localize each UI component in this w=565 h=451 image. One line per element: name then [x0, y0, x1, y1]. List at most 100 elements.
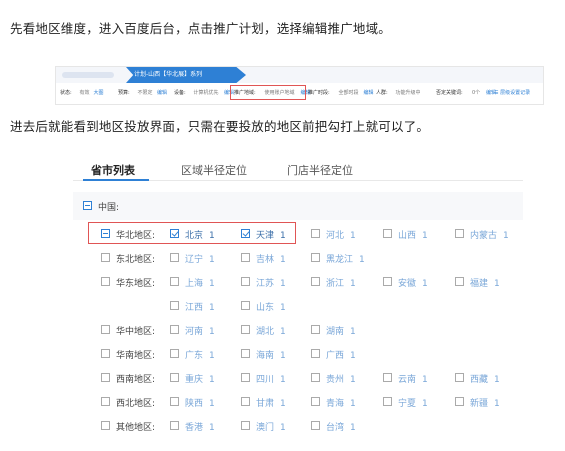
- province-checkbox[interactable]: [455, 277, 464, 286]
- province-checkbox[interactable]: [311, 421, 320, 430]
- province-item[interactable]: 甘肃 1: [256, 396, 286, 409]
- province-checkbox[interactable]: [383, 397, 392, 406]
- region-checkbox[interactable]: [101, 349, 110, 358]
- province-checkbox[interactable]: [455, 229, 464, 238]
- tab-province-list[interactable]: 省市列表: [91, 162, 135, 178]
- province-checkbox[interactable]: [455, 397, 464, 406]
- province-item[interactable]: 广西 1: [326, 348, 356, 361]
- intro-paragraph: 先看地区维度，进入百度后台，点击推广计划，选择编辑推广地域。: [10, 21, 392, 36]
- province-checkbox[interactable]: [170, 325, 179, 334]
- province-item[interactable]: 贵州 1: [326, 372, 356, 385]
- province-item[interactable]: 福建 1: [470, 276, 500, 289]
- province-count: 1: [350, 375, 356, 385]
- province-name: 江西: [185, 303, 204, 313]
- province-item[interactable]: 台湾 1: [326, 420, 356, 433]
- province-item[interactable]: 山东 1: [256, 300, 286, 313]
- region-checkbox[interactable]: [101, 373, 110, 382]
- province-item[interactable]: 江西 1: [185, 300, 215, 313]
- province-item[interactable]: 香港 1: [185, 420, 215, 433]
- province-count: 1: [280, 303, 286, 313]
- province-name: 贵州: [326, 375, 345, 385]
- province-checkbox[interactable]: [170, 253, 179, 262]
- setting-link-7[interactable]: ☰ 层级设置记录: [494, 89, 530, 96]
- province-name: 澳门: [256, 423, 275, 433]
- province-item[interactable]: 江苏 1: [256, 276, 286, 289]
- province-item[interactable]: 广东 1: [185, 348, 215, 361]
- province-count: 1: [350, 399, 356, 409]
- setting-link-1[interactable]: 编辑: [157, 89, 167, 96]
- province-item[interactable]: 河北 1: [326, 228, 356, 241]
- province-item[interactable]: 浙江 1: [326, 276, 356, 289]
- province-checkbox[interactable]: [455, 373, 464, 382]
- region-checkbox[interactable]: [101, 397, 110, 406]
- province-item[interactable]: 河南 1: [185, 324, 215, 337]
- province-checkbox[interactable]: [241, 253, 250, 262]
- province-item[interactable]: 安徽 1: [398, 276, 428, 289]
- province-checkbox[interactable]: [241, 277, 250, 286]
- province-checkbox[interactable]: [383, 277, 392, 286]
- setting-link-0[interactable]: 大图: [94, 89, 104, 96]
- region-label: 华北地区:: [116, 231, 156, 241]
- province-item[interactable]: 天津 1: [256, 228, 286, 241]
- province-item[interactable]: 西藏 1: [470, 372, 500, 385]
- province-checkbox[interactable]: [241, 349, 250, 358]
- province-item[interactable]: 青海 1: [326, 396, 356, 409]
- province-checkbox[interactable]: [383, 229, 392, 238]
- province-checkbox[interactable]: [241, 325, 250, 334]
- setting-label-4: 推广时段:: [308, 90, 330, 96]
- province-item[interactable]: 内蒙古 1: [470, 228, 509, 241]
- province-checkbox[interactable]: [170, 229, 179, 238]
- province-checkbox[interactable]: [311, 397, 320, 406]
- province-item[interactable]: 四川 1: [256, 372, 286, 385]
- province-checkbox[interactable]: [311, 253, 320, 262]
- province-item[interactable]: 山西 1: [398, 228, 428, 241]
- province-checkbox[interactable]: [241, 229, 250, 238]
- province-checkbox[interactable]: [170, 349, 179, 358]
- province-checkbox[interactable]: [170, 301, 179, 310]
- region-checkbox[interactable]: [101, 253, 110, 262]
- province-item[interactable]: 黑龙江 1: [326, 252, 365, 265]
- region-checkbox[interactable]: [101, 229, 110, 238]
- province-checkbox[interactable]: [311, 325, 320, 334]
- province-item[interactable]: 新疆 1: [470, 396, 500, 409]
- region-checkbox[interactable]: [101, 277, 110, 286]
- province-item[interactable]: 吉林 1: [256, 252, 286, 265]
- province-item[interactable]: 湖南 1: [326, 324, 356, 337]
- plan-tab[interactable]: 计划-山西【华北展】系列: [126, 67, 246, 83]
- tab-area-radius[interactable]: 区域半径定位: [181, 162, 247, 178]
- province-checkbox[interactable]: [241, 301, 250, 310]
- province-checkbox[interactable]: [170, 277, 179, 286]
- province-item[interactable]: 海南 1: [256, 348, 286, 361]
- province-checkbox[interactable]: [311, 277, 320, 286]
- province-checkbox[interactable]: [383, 373, 392, 382]
- province-checkbox[interactable]: [311, 373, 320, 382]
- province-item[interactable]: 宁夏 1: [398, 396, 428, 409]
- tab-store-radius[interactable]: 门店半径定位: [287, 162, 353, 178]
- region-checkbox[interactable]: [101, 421, 110, 430]
- province-name: 云南: [398, 375, 417, 385]
- province-item[interactable]: 重庆 1: [185, 372, 215, 385]
- province-item[interactable]: 澳门 1: [256, 420, 286, 433]
- province-item[interactable]: 北京 1: [185, 228, 215, 241]
- province-item[interactable]: 湖北 1: [256, 324, 286, 337]
- province-checkbox[interactable]: [170, 373, 179, 382]
- province-checkbox[interactable]: [170, 397, 179, 406]
- province-count: 1: [350, 279, 356, 289]
- province-checkbox[interactable]: [311, 229, 320, 238]
- region-checkbox[interactable]: [101, 325, 110, 334]
- province-name: 广东: [185, 351, 204, 361]
- province-checkbox[interactable]: [170, 421, 179, 430]
- province-checkbox[interactable]: [241, 421, 250, 430]
- setting-label-1: 预算:: [118, 90, 130, 96]
- province-item[interactable]: 云南 1: [398, 372, 428, 385]
- province-item[interactable]: 陕西 1: [185, 396, 215, 409]
- province-checkbox[interactable]: [311, 349, 320, 358]
- province-count: 1: [280, 231, 286, 241]
- province-checkbox[interactable]: [241, 373, 250, 382]
- province-checkbox[interactable]: [241, 397, 250, 406]
- province-item[interactable]: 辽宁 1: [185, 252, 215, 265]
- province-count: 1: [280, 255, 286, 265]
- province-item[interactable]: 上海 1: [185, 276, 215, 289]
- setting-link-4[interactable]: 编辑: [364, 89, 374, 96]
- country-checkbox[interactable]: [83, 201, 92, 210]
